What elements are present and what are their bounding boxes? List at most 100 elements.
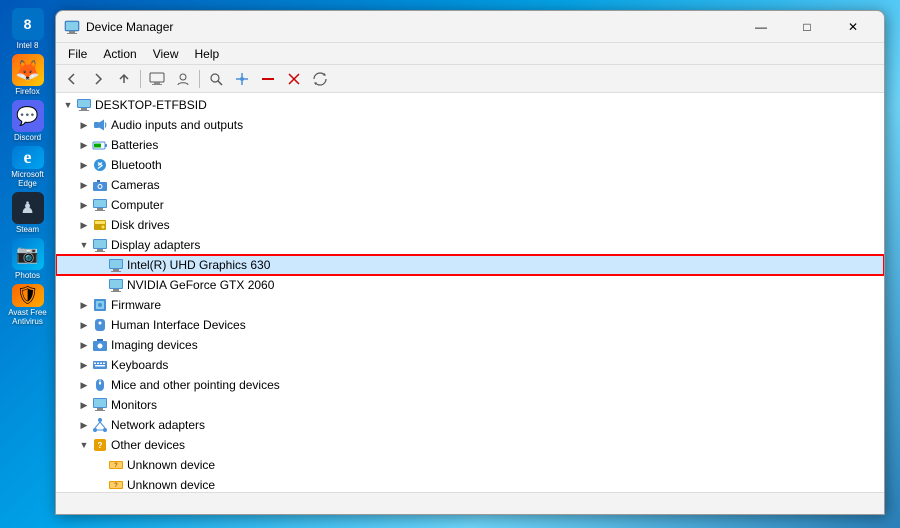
toolbar-computer-button[interactable] xyxy=(145,68,169,90)
toolbar xyxy=(56,65,884,93)
expand-icon[interactable]: ▶ xyxy=(76,377,92,393)
disk-icon xyxy=(92,217,108,233)
tree-item-nvidia-gpu[interactable]: NVIDIA GeForce GTX 2060 xyxy=(56,275,884,295)
maximize-button[interactable]: □ xyxy=(784,11,830,43)
toolbar-separator-2 xyxy=(199,70,200,88)
intel-icon: 8 xyxy=(24,16,32,32)
audio-label: Audio inputs and outputs xyxy=(111,118,243,132)
tree-item-unknown2[interactable]: ? Unknown device xyxy=(56,475,884,492)
intel-label: Intel 8 xyxy=(17,41,39,50)
collapse-icon[interactable]: ▼ xyxy=(76,437,92,453)
nvidia-label: NVIDIA GeForce GTX 2060 xyxy=(127,278,274,292)
taskbar-icon-discord[interactable]: 💬 Discord xyxy=(7,100,49,142)
tree-item-network[interactable]: ▶ Network adapters xyxy=(56,415,884,435)
spacer xyxy=(92,277,108,293)
firefox-label: Firefox xyxy=(15,87,39,96)
collapse-icon[interactable]: ▼ xyxy=(60,97,76,113)
tree-item-hid[interactable]: ▶ Human Interface Devices xyxy=(56,315,884,335)
tree-item-audio[interactable]: ▶ Audio inputs and outputs xyxy=(56,115,884,135)
toolbar-back-button[interactable] xyxy=(60,68,84,90)
tree-item-mice[interactable]: ▶ Mice and other pointing devices xyxy=(56,375,884,395)
taskbar-icon-steam[interactable]: ♟ Steam xyxy=(7,192,49,234)
hid-icon xyxy=(92,317,108,333)
tree-item-batteries[interactable]: ▶ Batteries xyxy=(56,135,884,155)
tree-item-displayadapters[interactable]: ▼ Display adapters xyxy=(56,235,884,255)
menu-file[interactable]: File xyxy=(60,45,95,63)
monitors-label: Monitors xyxy=(111,398,157,412)
menu-help[interactable]: Help xyxy=(187,45,228,63)
expand-icon[interactable]: ▶ xyxy=(76,417,92,433)
toolbar-scan-button[interactable] xyxy=(204,68,228,90)
computer-label: Computer xyxy=(111,198,164,212)
taskbar: 8 Intel 8 🦊 Firefox 💬 Discord e Microsof… xyxy=(0,0,55,528)
window-title: Device Manager xyxy=(86,20,738,34)
collapse-icon[interactable]: ▼ xyxy=(76,237,92,253)
tree-item-computer[interactable]: ▶ Computer xyxy=(56,195,884,215)
expand-icon[interactable]: ▶ xyxy=(76,317,92,333)
expand-icon[interactable]: ▶ xyxy=(76,197,92,213)
bluetooth-icon xyxy=(92,157,108,173)
close-button[interactable]: ✕ xyxy=(830,11,876,43)
keyboard-icon xyxy=(92,357,108,373)
toolbar-disable-button[interactable] xyxy=(256,68,280,90)
toolbar-properties-button[interactable] xyxy=(171,68,195,90)
device-manager-window: Device Manager — □ ✕ File Action View He… xyxy=(55,10,885,515)
expand-icon[interactable]: ▶ xyxy=(76,217,92,233)
tree-item-unknown1[interactable]: ? Unknown device xyxy=(56,455,884,475)
audio-icon xyxy=(92,117,108,133)
toolbar-update-button[interactable] xyxy=(230,68,254,90)
expand-icon[interactable]: ▶ xyxy=(76,337,92,353)
keyboards-label: Keyboards xyxy=(111,358,168,372)
tree-content[interactable]: ▼ DESKTOP-ETFBSID ▶ xyxy=(56,93,884,492)
title-bar: Device Manager — □ ✕ xyxy=(56,11,884,43)
status-bar xyxy=(56,492,884,514)
expand-icon[interactable]: ▶ xyxy=(76,297,92,313)
tree-item-bluetooth[interactable]: ▶ Bluetooth xyxy=(56,155,884,175)
avast-label: Avast Free Antivirus xyxy=(7,308,49,326)
battery-icon xyxy=(92,137,108,153)
tree-item-monitors[interactable]: ▶ Monitors xyxy=(56,395,884,415)
taskbar-icon-photos[interactable]: 📷 Photos xyxy=(7,238,49,280)
tree-item-keyboards[interactable]: ▶ Keyboards xyxy=(56,355,884,375)
otherdevices-label: Other devices xyxy=(111,438,185,452)
expand-icon[interactable]: ▶ xyxy=(76,177,92,193)
minimize-button[interactable]: — xyxy=(738,11,784,43)
tree-item-diskdrives[interactable]: ▶ Disk drives xyxy=(56,215,884,235)
menu-view[interactable]: View xyxy=(145,45,187,63)
bluetooth-label: Bluetooth xyxy=(111,158,162,172)
tree-item-cameras[interactable]: ▶ Cameras xyxy=(56,175,884,195)
steam-label: Steam xyxy=(16,225,39,234)
expand-icon[interactable]: ▶ xyxy=(76,397,92,413)
unknown2-icon: ? xyxy=(108,477,124,492)
spacer xyxy=(92,257,108,273)
taskbar-icon-avast[interactable]: 🛡 Avast Free Antivirus xyxy=(7,284,49,326)
menu-action[interactable]: Action xyxy=(95,45,144,63)
firefox-icon: 🦊 xyxy=(15,58,40,83)
avast-icon: 🛡 xyxy=(16,285,39,306)
tree-item-imaging[interactable]: ▶ Imaging devices xyxy=(56,335,884,355)
tree-item-root[interactable]: ▼ DESKTOP-ETFBSID xyxy=(56,95,884,115)
taskbar-icon-firefox[interactable]: 🦊 Firefox xyxy=(7,54,49,96)
unknown1-icon: ? xyxy=(108,457,124,473)
toolbar-uninstall-button[interactable] xyxy=(282,68,306,90)
expand-icon[interactable]: ▶ xyxy=(76,137,92,153)
toolbar-up-button[interactable] xyxy=(112,68,136,90)
tree-item-intel-gpu[interactable]: Intel(R) UHD Graphics 630 xyxy=(56,255,884,275)
discord-icon: 💬 xyxy=(16,106,38,127)
expand-icon[interactable]: ▶ xyxy=(76,117,92,133)
mice-label: Mice and other pointing devices xyxy=(111,378,280,392)
toolbar-refresh-button[interactable] xyxy=(308,68,332,90)
toolbar-forward-button[interactable] xyxy=(86,68,110,90)
display-icon xyxy=(92,237,108,253)
taskbar-icon-intel[interactable]: 8 Intel 8 xyxy=(7,8,49,50)
imaging-icon xyxy=(92,337,108,353)
intel-gpu-label: Intel(R) UHD Graphics 630 xyxy=(127,258,270,272)
root-label: DESKTOP-ETFBSID xyxy=(95,98,207,112)
spacer xyxy=(92,457,108,473)
expand-icon[interactable]: ▶ xyxy=(76,357,92,373)
taskbar-icon-edge[interactable]: e Microsoft Edge xyxy=(7,146,49,188)
tree-item-firmware[interactable]: ▶ Firmware xyxy=(56,295,884,315)
photos-icon: 📷 xyxy=(16,244,38,265)
expand-icon[interactable]: ▶ xyxy=(76,157,92,173)
tree-item-otherdevices[interactable]: ▼ ? Other devices xyxy=(56,435,884,455)
